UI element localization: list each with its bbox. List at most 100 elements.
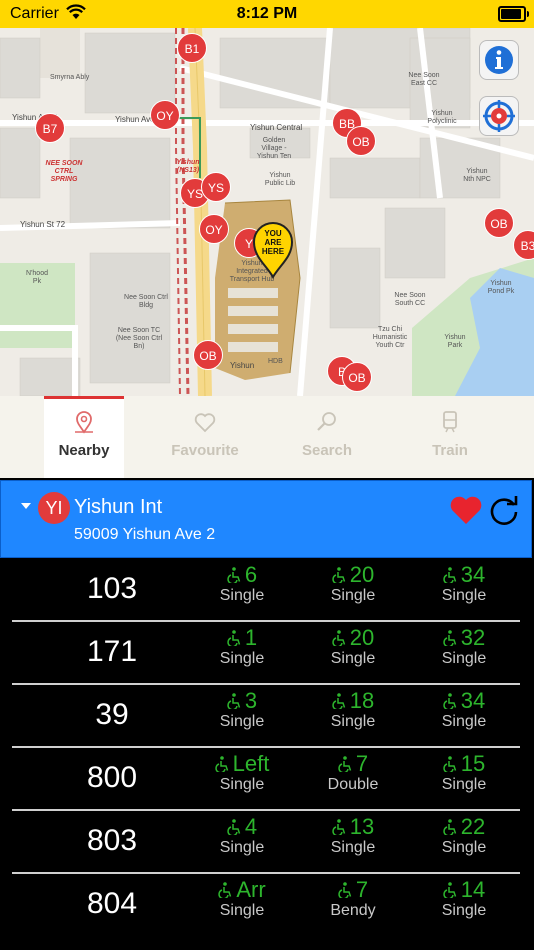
eta-minutes: 32 <box>460 625 486 650</box>
service-row[interactable]: 803 4 Single 13 Single 22 Single <box>12 810 520 874</box>
map-label: Yishun Pond Pk <box>487 280 515 295</box>
service-number: 804 <box>86 887 138 920</box>
map-label: Golden Village - Yishun Ten <box>256 137 292 160</box>
location-target-icon <box>483 100 515 132</box>
eta-minutes: 7 <box>355 751 369 776</box>
arrival-slot: 34 Single <box>409 562 519 605</box>
service-row[interactable]: 800 Left Single 7 Double 15 Single <box>12 747 520 811</box>
arrival-slot: 15 Single <box>409 751 519 794</box>
bus-stop-marker[interactable]: B7 <box>35 113 65 143</box>
service-row[interactable]: 804 Arr Single 7 Bendy 14 Single <box>12 873 520 935</box>
wheelchair-icon <box>443 819 456 835</box>
eta-minutes: 6 <box>244 562 258 587</box>
tab-label: Nearby <box>58 442 110 459</box>
clock: 8:12 PM <box>236 5 298 22</box>
map-label: Yishun Park <box>444 334 466 349</box>
tab-bar: Nearby Favourite Search Train <box>0 396 534 478</box>
bus-type: Single <box>330 650 376 667</box>
wheelchair-icon <box>332 693 345 709</box>
eta-minutes: 15 <box>460 751 486 776</box>
eta-minutes: 34 <box>460 688 486 713</box>
tab-train[interactable]: Train <box>410 396 490 478</box>
bus-type: Single <box>441 839 487 856</box>
arrival-slot: 22 Single <box>409 814 519 857</box>
arrivals-list: 103 6 Single 20 Single 34 Single 171 1 Singl… <box>0 558 534 950</box>
stop-name: Yishun Int <box>74 496 163 518</box>
refresh-icon[interactable] <box>488 495 520 527</box>
wheelchair-icon <box>227 567 241 583</box>
tab-favourite[interactable]: Favourite <box>165 396 245 478</box>
eta-minutes: 34 <box>460 562 486 587</box>
bus-type: Single <box>441 776 487 793</box>
bus-type: Single <box>330 713 376 730</box>
bus-stop-header[interactable]: YI Yishun Int 59009 Yishun Ave 2 <box>0 480 532 558</box>
eta-minutes: Arr <box>236 877 266 902</box>
map-label: Nee Soon South CC <box>394 292 426 307</box>
battery-icon <box>498 6 529 22</box>
bus-stop-marker[interactable]: OY <box>199 214 229 244</box>
service-row[interactable]: 39 3 Single 18 Single 34 Single <box>12 684 520 748</box>
favourite-heart-icon[interactable] <box>449 495 483 525</box>
you-are-here-label: YOU ARE HERE <box>261 229 285 256</box>
bus-stop-marker[interactable]: OB <box>193 340 223 370</box>
map-label: Yishun Polyclinic <box>427 110 457 125</box>
arrival-slot: 6 Single <box>187 562 297 605</box>
map-label: Yishun (NS13) <box>176 159 200 174</box>
bus-stop-marker[interactable]: OB <box>342 362 372 392</box>
wheelchair-icon <box>338 756 352 772</box>
you-are-here-pin: YOU ARE HERE <box>252 221 294 279</box>
arrival-slot: Left Single <box>187 751 297 794</box>
bus-stop-marker[interactable]: OB <box>346 126 376 156</box>
arrival-slot: 1 Single <box>187 625 297 668</box>
bus-type: Single <box>330 587 376 604</box>
train-icon <box>443 411 457 433</box>
arrival-slot: 20 Single <box>298 562 408 605</box>
arrival-slot: 4 Single <box>187 814 297 857</box>
tab-nearby[interactable]: Nearby <box>44 396 124 478</box>
wheelchair-icon <box>443 693 456 709</box>
bus-stop-marker[interactable]: OY <box>150 100 180 130</box>
map-label: Yishun <box>230 361 255 370</box>
wheelchair-icon <box>227 630 241 646</box>
wheelchair-icon <box>443 630 456 646</box>
service-number: 800 <box>86 761 138 794</box>
bus-stop-marker[interactable]: B1 <box>177 33 207 63</box>
chevron-down-icon[interactable] <box>21 503 31 509</box>
search-icon <box>317 412 336 431</box>
bus-type: Bendy <box>330 902 376 919</box>
service-row[interactable]: 103 6 Single 20 Single 34 Single <box>12 558 520 622</box>
map-label: N'hood Pk <box>26 270 48 285</box>
bus-type: Single <box>219 839 265 856</box>
info-button[interactable] <box>479 40 519 80</box>
tab-label: Favourite <box>171 442 239 459</box>
service-number: 803 <box>86 824 138 857</box>
map-label: Nee Soon TC (Nee Soon Ctrl Bn) <box>115 327 163 350</box>
bus-stop-marker[interactable]: OB <box>484 208 514 238</box>
wheelchair-icon <box>443 882 456 898</box>
bus-type: Single <box>330 839 376 856</box>
map-label: Nee Soon East CC <box>408 72 440 87</box>
eta-minutes: 22 <box>460 814 486 839</box>
wheelchair-icon <box>443 567 456 583</box>
arrival-slot: 32 Single <box>409 625 519 668</box>
service-number: 171 <box>86 635 138 668</box>
service-row[interactable]: 171 1 Single 20 Single 32 Single <box>12 621 520 685</box>
arrival-slot: Arr Single <box>187 877 297 920</box>
arrival-slot: 7 Bendy <box>298 877 408 920</box>
map-view[interactable]: Smyrna Ably Yishun Ave 1 Yishun Ave 1 Yi… <box>0 28 534 396</box>
wheelchair-icon <box>338 882 352 898</box>
bus-type: Single <box>219 776 265 793</box>
service-number: 39 <box>95 698 129 731</box>
locate-button[interactable] <box>479 96 519 136</box>
info-icon <box>485 46 513 74</box>
wheelchair-icon <box>214 756 228 772</box>
map-label: Nee Soon Ctrl Bldg <box>124 294 168 309</box>
bus-type: Single <box>441 587 487 604</box>
bus-stop-marker[interactable]: YS <box>201 172 231 202</box>
eta-minutes: 7 <box>355 877 369 902</box>
eta-minutes: 18 <box>349 688 375 713</box>
heart-icon <box>194 413 216 433</box>
tab-search[interactable]: Search <box>287 396 367 478</box>
stop-address: 59009 Yishun Ave 2 <box>74 526 216 543</box>
bus-type: Single <box>441 650 487 667</box>
